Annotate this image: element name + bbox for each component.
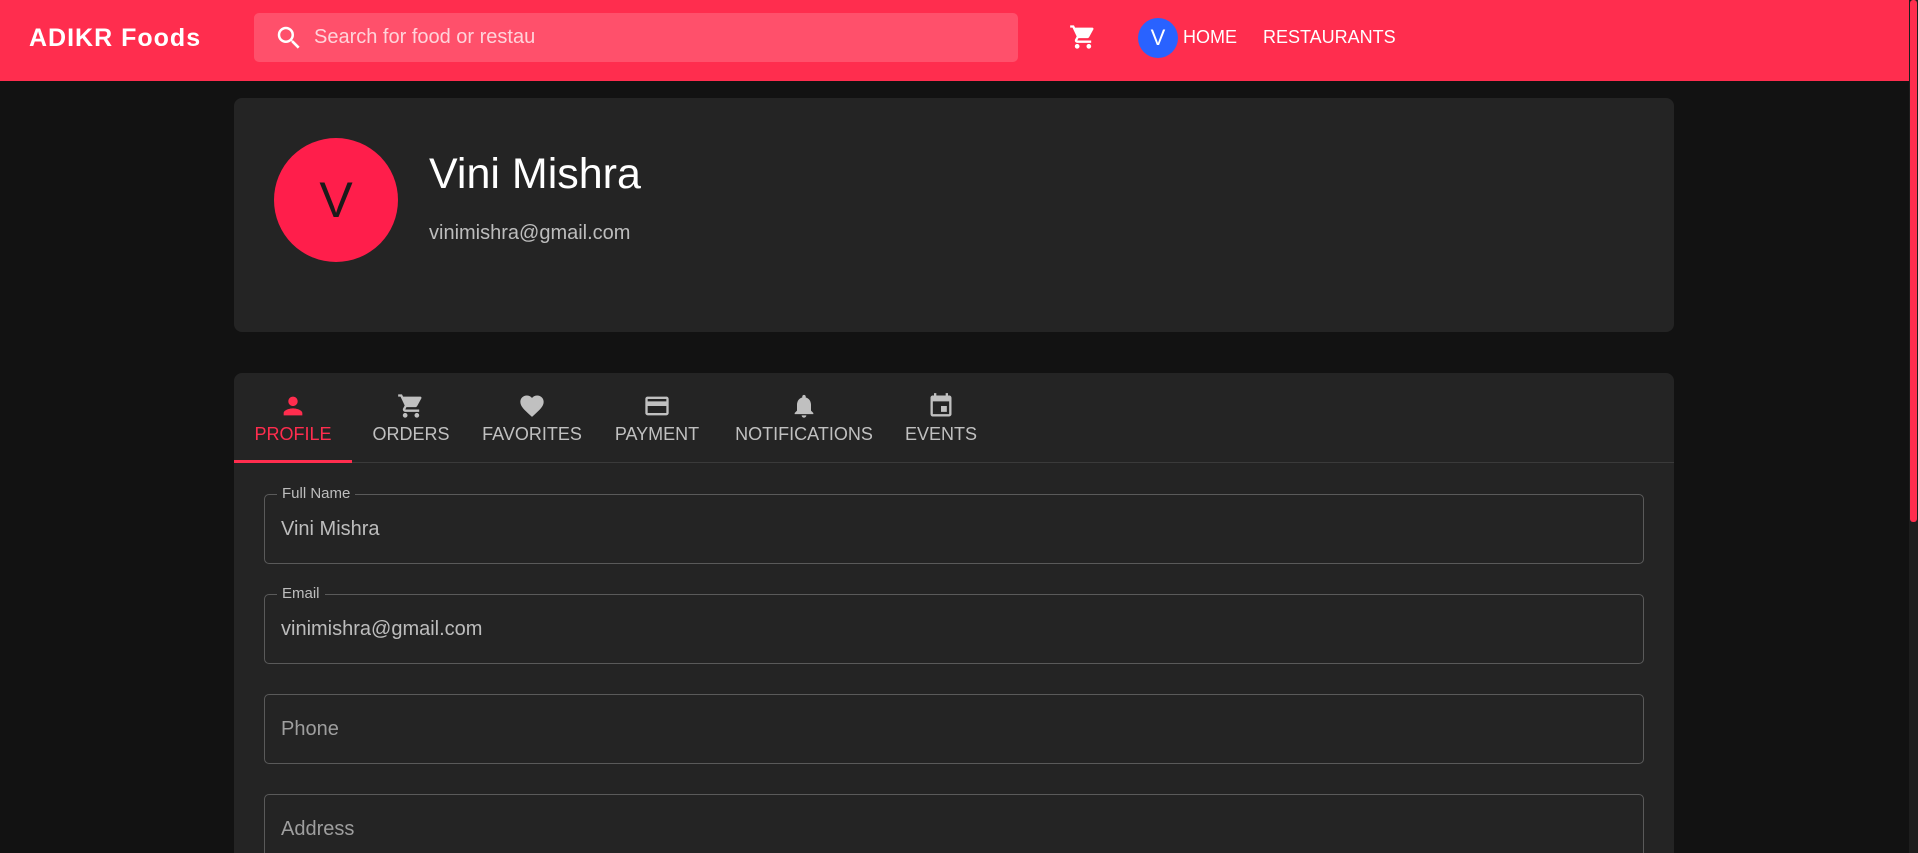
credit-card-icon bbox=[645, 396, 669, 415]
bell-icon bbox=[794, 394, 814, 418]
cart-button[interactable] bbox=[1066, 20, 1100, 54]
phone-input[interactable] bbox=[281, 695, 1621, 763]
email-field[interactable]: Email bbox=[264, 585, 1644, 664]
search-input[interactable] bbox=[314, 26, 534, 49]
tab-events[interactable]: EVENTS bbox=[888, 373, 994, 463]
cart-icon bbox=[1070, 25, 1094, 49]
calendar-icon bbox=[930, 392, 952, 416]
tab-label: PAYMENT bbox=[614, 423, 700, 444]
email-input[interactable] bbox=[281, 595, 1621, 663]
tab-favorites[interactable]: FAVORITES bbox=[470, 373, 594, 463]
tab-label: EVENTS bbox=[904, 423, 978, 444]
tab-label: ORDERS bbox=[372, 423, 450, 444]
user-avatar[interactable]: V bbox=[1138, 18, 1178, 58]
full-name-input[interactable] bbox=[281, 495, 1621, 563]
tab-label: NOTIFICATIONS bbox=[735, 423, 873, 444]
profile-name: Vini Mishra bbox=[429, 150, 641, 198]
address-field[interactable] bbox=[264, 794, 1644, 853]
profile-form-card: PROFILE ORDERS FAVORITES PAYMENT NOTIFIC… bbox=[234, 373, 1674, 853]
nav-home-link[interactable]: HOME bbox=[1183, 27, 1237, 48]
profile-email: vinimishra@gmail.com bbox=[429, 222, 631, 244]
person-icon bbox=[283, 396, 303, 415]
search-bar[interactable] bbox=[254, 13, 1018, 62]
brand-logo[interactable]: ADIKR Foods bbox=[29, 24, 201, 53]
profile-avatar: V bbox=[274, 138, 398, 262]
full-name-field[interactable]: Full Name bbox=[264, 485, 1644, 564]
phone-field[interactable] bbox=[264, 694, 1644, 764]
tab-label: FAVORITES bbox=[482, 423, 582, 444]
profile-header-card: V Vini Mishra vinimishra@gmail.com bbox=[234, 98, 1674, 332]
tab-label: PROFILE bbox=[254, 423, 332, 444]
tab-payment[interactable]: PAYMENT bbox=[594, 373, 720, 463]
active-tab-indicator bbox=[234, 460, 352, 463]
cart-icon bbox=[398, 393, 422, 418]
search-icon bbox=[277, 26, 300, 49]
scrollbar-thumb[interactable] bbox=[1910, 0, 1917, 522]
tab-notifications[interactable]: NOTIFICATIONS bbox=[720, 373, 888, 463]
tab-profile[interactable]: PROFILE bbox=[234, 373, 352, 463]
heart-icon bbox=[520, 395, 544, 417]
nav-restaurants-link[interactable]: RESTAURANTS bbox=[1263, 27, 1396, 48]
app-bar: ADIKR Foods V HOME RESTAURANTS bbox=[0, 0, 1909, 81]
tab-orders[interactable]: ORDERS bbox=[352, 373, 470, 463]
profile-tabs: PROFILE ORDERS FAVORITES PAYMENT NOTIFIC… bbox=[234, 373, 1674, 463]
address-input[interactable] bbox=[281, 795, 1621, 853]
